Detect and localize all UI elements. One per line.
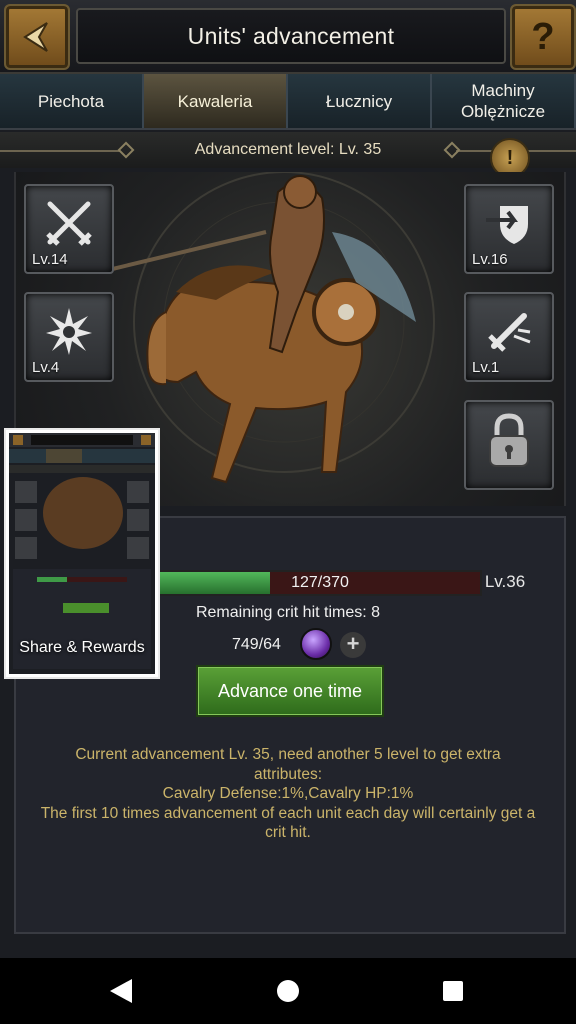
question-mark-icon: ? [531, 15, 555, 58]
skill-slot[interactable]: Lv.14 [24, 184, 114, 274]
advance-one-time-button[interactable]: Advance one time [196, 665, 384, 717]
description-line: Current advancement Lv. 35, need another… [75, 746, 501, 783]
nav-home-icon[interactable] [275, 978, 301, 1004]
padlock-icon [489, 413, 529, 467]
divider [0, 150, 120, 152]
tab-piechota[interactable]: Piechota [0, 74, 144, 128]
back-arrow-icon [23, 22, 48, 52]
description-line: The first 10 times advancement of each u… [40, 804, 536, 842]
broken-sword-icon [488, 313, 531, 352]
description-line: Cavalry Defense:1%,Cavalry HP:1% [162, 785, 414, 802]
shield-arrow-icon [486, 206, 528, 244]
skill-level: Lv.4 [32, 359, 60, 376]
skill-slot[interactable]: Lv.1 [464, 292, 554, 382]
skill-level: Lv.14 [32, 251, 68, 268]
add-resource-button[interactable]: + [340, 632, 366, 658]
progress-text: 127/370 [291, 574, 349, 591]
resource-amount: 749/64 [232, 636, 281, 653]
share-rewards-thumbnail[interactable]: Share & Rewards [4, 428, 160, 679]
tab-kawaleria[interactable]: Kawaleria [144, 74, 288, 128]
screenshot-preview-icon [9, 433, 155, 669]
skill-slot[interactable]: Lv.4 [24, 292, 114, 382]
tab-machiny-obleznicze[interactable]: Machiny Oblężnicze [432, 74, 576, 128]
nav-recents-icon[interactable] [441, 979, 465, 1003]
tab-lucznicy[interactable]: Łucznicy [288, 74, 432, 128]
skill-level: Lv.1 [472, 359, 500, 376]
burst-icon [46, 308, 92, 355]
crossed-swords-icon [46, 201, 92, 246]
next-level-badge: Lv.36 [478, 560, 532, 604]
exclamation-icon: ! [506, 146, 514, 169]
locked-skill-slot[interactable] [464, 400, 554, 490]
help-button[interactable]: ? [510, 4, 576, 70]
skill-slot[interactable]: Lv.16 [464, 184, 554, 274]
nav-back-icon[interactable] [108, 977, 136, 1005]
advancement-description: Current advancement Lv. 35, need another… [40, 745, 536, 843]
unit-tabs: Piechota Kawaleria Łucznicy Machiny Oblę… [0, 74, 576, 130]
skill-level: Lv.16 [472, 251, 508, 268]
back-button[interactable] [4, 4, 70, 70]
system-nav-bar [0, 958, 576, 1024]
advancement-progress-bar: 127/370 [158, 570, 482, 596]
page-title: Units' advancement [76, 8, 506, 64]
share-preview: Share & Rewards [9, 433, 155, 674]
purple-gem-icon [300, 628, 332, 660]
share-rewards-label: Share & Rewards [19, 639, 145, 656]
